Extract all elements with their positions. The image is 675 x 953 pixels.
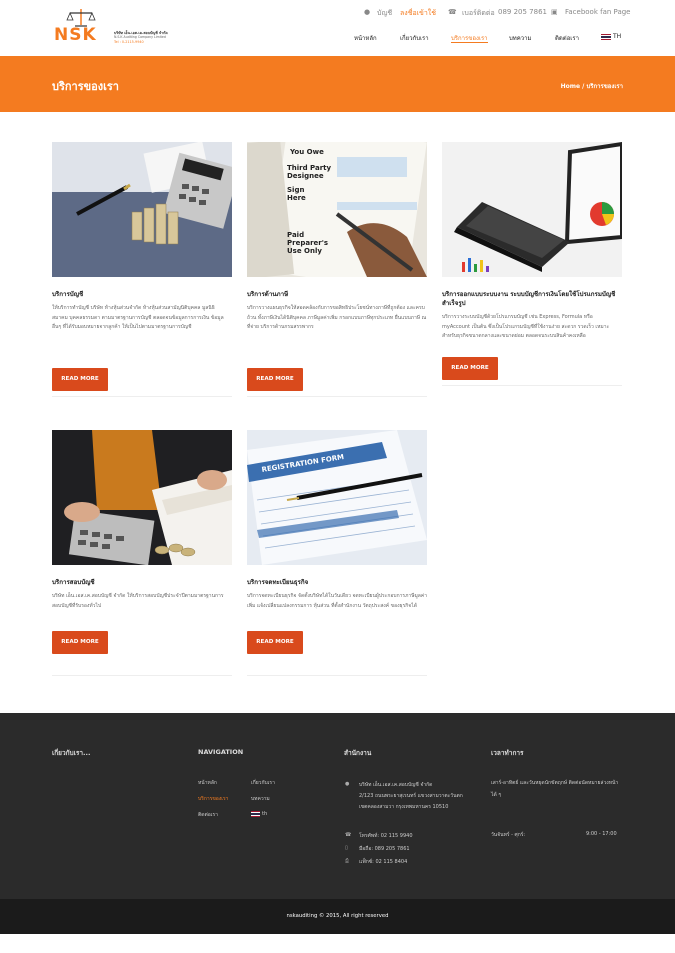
service-image-systems[interactable] [442,142,622,277]
svg-text:Designee: Designee [287,172,324,180]
service-card-systems: บริการออกแบบระบบงาน ระบบบัญชีการเงินโดยใ… [442,142,622,387]
phone-icon: ☎ [345,832,352,838]
breadcrumb-separator: / [582,83,585,90]
service-image-tax[interactable]: You Owe Third Party Designee Sign Here P… [247,142,427,277]
breadcrumb: Home / บริการของเรา [561,81,623,91]
read-more-button-accounting[interactable]: READ MORE [52,368,108,391]
service-title-registration[interactable]: บริการจดทะเบียนธุรกิจ [247,578,427,587]
user-icon: ● [364,8,371,16]
footer-nav-contact[interactable]: ติดต่อเรา [198,811,218,819]
nav-home[interactable]: หน้าหลัก [354,33,377,43]
footer-nav-about[interactable]: เกี่ยวกับเรา [251,779,275,787]
service-image-audit[interactable] [52,430,232,565]
service-image-accounting[interactable] [52,142,232,277]
nav-about[interactable]: เกี่ยวกับเรา [400,33,429,43]
phone-number: 089 205 7861 [498,8,547,16]
service-card-tax: You Owe Third Party Designee Sign Here P… [247,142,427,397]
card-divider [247,675,427,676]
thai-flag-icon[interactable] [601,34,611,40]
address-line-2: 2/123 ถนนพระยาสุเรนทร์ แขวงสามวาตะวันตก [359,793,463,799]
footer-office-title: สำนักงาน [344,749,372,757]
card-divider [247,396,427,397]
hours-note-line-2: ได้ ๆ [491,792,502,798]
svg-text:Sign: Sign [287,186,304,194]
site-logo[interactable]: NSK บริษัท เอ็น.เอส.เค.สอบบัญชี จำกัด N.… [54,8,168,48]
service-desc-audit: บริษัท เอ็น.เอส.เค.สอบบัญชี จำกัด ให้บริ… [52,593,224,609]
page-banner: บริการของเรา Home / บริการของเรา [0,56,675,112]
footer-hours-title: เวลาทำการ [491,749,524,757]
service-image-registration[interactable]: REGISTRATION FORM [247,430,427,565]
service-card-audit: บริการสอบบัญชี บริษัท เอ็น.เอส.เค.สอบบัญ… [52,430,232,680]
thai-flag-icon[interactable] [251,811,260,817]
breadcrumb-current: บริการของเรา [586,83,623,90]
service-card-registration: REGISTRATION FORM บริการจดทะเบียนธุรกิจ … [247,430,427,680]
facebook-icon: ▣ [551,8,558,16]
nav-articles[interactable]: บทความ [509,33,531,43]
svg-text:Here: Here [287,194,306,202]
svg-text:Third Party: Third Party [287,164,332,172]
login-link[interactable]: ลงชื่อเข้าใช้ [400,8,436,19]
phone-icon: ☎ [448,8,457,16]
nav-active-underline [451,42,488,43]
footer-fax: แฟ็กซ์: 02 115 8404 [359,859,408,865]
main-nav: หน้าหลัก เกี่ยวกับเรา บริการของเรา บทควา… [350,33,630,43]
footer-nav-home[interactable]: หน้าหลัก [198,779,217,787]
service-title-accounting[interactable]: บริการบัญชี [52,290,232,299]
address-line-3: เขตคลองสามวา กรุงเทพมหานคร 10510 [359,804,449,810]
service-card-accounting: บริการบัญชี ให้บริการทำบัญชี บริษัท ห้าง… [52,142,232,397]
logo-tel: Tel : 0-2115-9940 [114,40,144,44]
svg-text:You Owe: You Owe [289,148,324,156]
svg-text:Preparer's: Preparer's [287,239,328,247]
svg-text:Use Only: Use Only [287,247,322,255]
read-more-button-audit[interactable]: READ MORE [52,631,108,654]
service-desc-accounting: ให้บริการทำบัญชี บริษัท ห้างหุ้นส่วนจำกั… [52,305,224,330]
svg-text:Paid: Paid [287,231,304,239]
card-divider [52,396,232,397]
service-desc-systems: บริการวางระบบบัญชีด้วยโปรแกรมบัญชี เช่น … [442,314,610,339]
service-title-audit[interactable]: บริการสอบบัญชี [52,578,232,587]
footer-mobile: มือถือ: 089 205 7861 [359,846,410,852]
footer-nav-title: NAVIGATION [198,748,244,756]
map-pin-icon: ● [345,781,350,787]
footer-nav-services[interactable]: บริการของเรา [198,795,228,803]
hours-time: 9:00 - 17:00 [586,831,617,837]
logo-text: NSK [54,25,97,45]
facebook-link[interactable]: Facebook fan Page [565,8,630,16]
footer-nav-language[interactable]: th [262,811,267,817]
fax-icon: ⎙ [345,858,350,864]
read-more-button-tax[interactable]: READ MORE [247,368,303,391]
service-desc-tax: บริการวางแผนธุรกิจให้สอดคล้องกับการขอสิท… [247,305,427,330]
service-title-systems[interactable]: บริการออกแบบระบบงาน ระบบบัญชีการเงินโดยใ… [442,290,622,308]
footer-phone: โทรศัพท์: 02 115 9940 [359,833,413,839]
mobile-icon: ▯ [345,845,348,851]
nav-contact[interactable]: ติดต่อเรา [555,33,579,43]
footer-about-title: เกี่ยวกับเรา... [52,749,91,757]
phone-label: เบอร์ติดต่อ [462,9,495,17]
breadcrumb-home[interactable]: Home [561,83,580,90]
service-desc-registration: บริการจดทะเบียนธุรกิจ จัดตั้งบริษัทได้ใน… [247,593,427,609]
site-footer: เกี่ยวกับเรา... NAVIGATION หน้าหลัก เกี่… [0,713,675,899]
nav-language[interactable]: TH [613,33,621,40]
account-label: บัญชี [377,9,393,17]
logo-company-en: N.S.K Auditing Company Limited [114,35,166,39]
card-divider [52,675,232,676]
read-more-button-systems[interactable]: READ MORE [442,357,498,380]
copyright-bar: nskauditing © 2015, All right reserved [0,899,675,934]
top-bar: ● บัญชี ลงชื่อเข้าใช้ ☎ เบอร์ติดต่อ 089 … [360,8,630,20]
copyright-text: nskauditing © 2015, All right reserved [286,913,389,919]
read-more-button-registration[interactable]: READ MORE [247,631,303,654]
card-divider [442,385,622,386]
page-title: บริการของเรา [52,80,119,93]
hours-note-line-1: เสาร์-อาทิตย์ และวันหยุดนักขัตฤกษ์ ติดต่… [491,780,619,786]
address-line-1: บริษัท เอ็น.เอส.เค.สอบบัญชี จำกัด [359,782,433,788]
service-title-tax[interactable]: บริการด้านภาษี [247,290,427,299]
hours-days: วันจันทร์ - ศุกร์: [491,832,526,838]
footer-nav-articles[interactable]: บทความ [251,795,270,803]
